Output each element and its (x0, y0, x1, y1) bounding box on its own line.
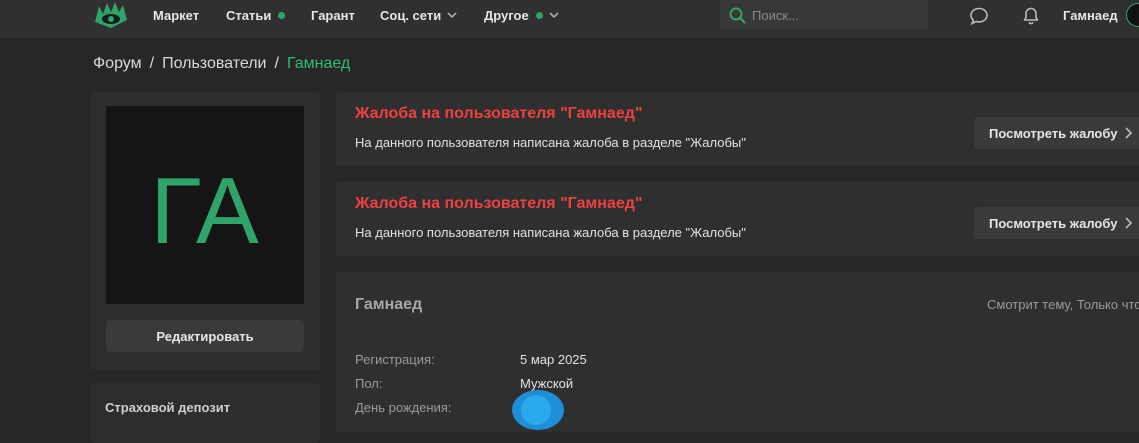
complaint-alert-text: На данного пользователя написана жалоба … (355, 135, 746, 150)
complaint-alert-title: Жалоба на пользователя "Гамнаед" (355, 105, 643, 122)
edit-profile-button[interactable]: Редактировать (106, 320, 304, 352)
gender-value: Мужской (520, 376, 574, 391)
breadcrumb-current[interactable]: Гамнаед (287, 55, 350, 72)
search-icon (729, 7, 746, 24)
breadcrumb: Форум / Пользователи / Гамнаед (93, 55, 350, 73)
deposit-title: Страховой депозит (105, 400, 231, 415)
search-input[interactable] (752, 5, 920, 25)
bell-icon[interactable] (1021, 6, 1041, 26)
complaint-alert: Жалоба на пользователя "Гамнаед" На данн… (336, 182, 1139, 256)
complaint-alert-text: На данного пользователя написана жалоба … (355, 225, 746, 240)
birthday-label: День рождения: (355, 400, 452, 415)
top-navigation-bar: Маркет Статьи Гарант Соц. сети Другое Га… (0, 0, 1139, 38)
pointer-cursor-indicator (512, 390, 564, 430)
nav-articles[interactable]: Статьи (226, 0, 286, 32)
deposit-card: Страховой депозит (90, 383, 320, 443)
chevron-down-icon (447, 11, 457, 18)
chevron-right-icon (1125, 217, 1133, 229)
site-logo-icon[interactable] (93, 0, 129, 30)
gender-label: Пол: (355, 376, 383, 391)
breadcrumb-separator: / (149, 55, 155, 72)
view-complaint-button[interactable]: Посмотреть жалобу (974, 117, 1139, 149)
nav-garant[interactable]: Гарант (311, 0, 355, 32)
account-avatar[interactable] (1126, 3, 1139, 27)
conversations-icon[interactable] (969, 6, 989, 26)
breadcrumb-users[interactable]: Пользователи (162, 55, 266, 72)
chevron-down-icon (549, 11, 559, 18)
profile-avatar[interactable]: ГА (106, 106, 304, 304)
nav-social[interactable]: Соц. сети (380, 0, 457, 32)
view-complaint-button[interactable]: Посмотреть жалобу (974, 207, 1139, 239)
profile-activity-status: Смотрит тему, Только что (987, 297, 1139, 312)
complaint-alert: Жалоба на пользователя "Гамнаед" На данн… (336, 92, 1139, 166)
nav-other[interactable]: Другое (484, 0, 559, 32)
breadcrumb-separator: / (274, 55, 279, 72)
profile-avatar-card: ГА Редактировать (90, 92, 320, 370)
chevron-right-icon (1125, 127, 1133, 139)
breadcrumb-forum[interactable]: Форум (93, 55, 142, 72)
registration-value: 5 мар 2025 (520, 352, 587, 367)
nav-market[interactable]: Маркет (153, 0, 199, 32)
profile-username: Гамнаед (355, 296, 423, 313)
account-username[interactable]: Гамнаед (1063, 0, 1118, 32)
registration-label: Регистрация: (355, 352, 435, 367)
search-box[interactable] (720, 0, 928, 30)
profile-info-card: Гамнаед Смотрит тему, Только что Регистр… (336, 272, 1139, 432)
complaint-alert-title: Жалоба на пользователя "Гамнаед" (355, 195, 643, 212)
new-indicator-dot (535, 12, 543, 20)
new-indicator-dot (278, 12, 286, 20)
